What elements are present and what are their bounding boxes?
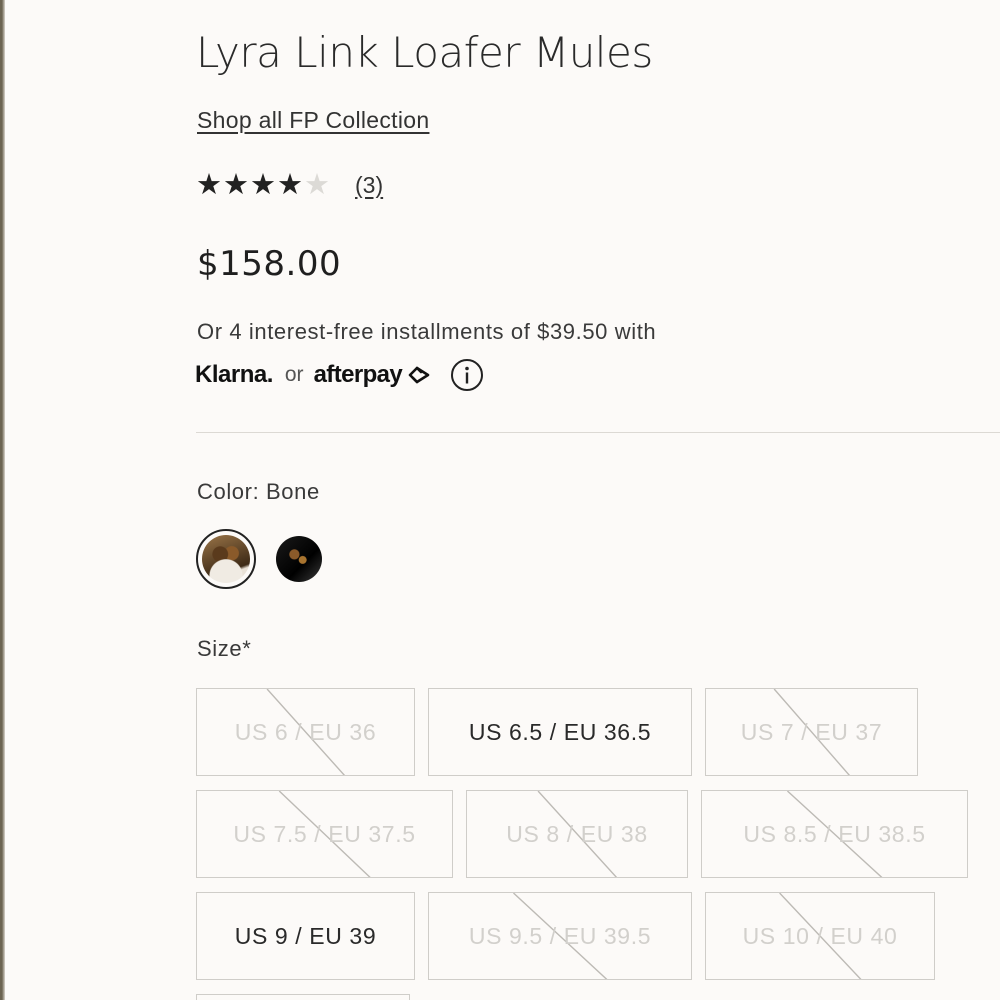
size-option[interactable]: US 7.5 / EU 37.5 [196, 790, 453, 878]
size-option[interactable]: US 10 / EU 40 [705, 892, 935, 980]
size-option-label: US 8.5 / EU 38.5 [743, 820, 926, 847]
size-option-label: US 6.5 / EU 36.5 [468, 718, 652, 745]
afterpay-label: afterpay [313, 361, 403, 388]
rating-stars: ★★★★★ ★★★★★ [196, 167, 331, 203]
color-swatch-bone[interactable] [196, 529, 256, 589]
size-option-label: US 7 / EU 37 [740, 718, 883, 745]
review-count-link[interactable]: (3) [355, 172, 383, 199]
size-option[interactable]: US 7 / EU 37 [705, 688, 918, 776]
size-option-label: US 6 / EU 36 [234, 718, 377, 745]
size-option-label: US 8 / EU 38 [506, 820, 648, 847]
product-rating[interactable]: ★★★★★ ★★★★★ (3) [196, 167, 383, 203]
color-label: Color: Bone [197, 479, 320, 504]
size-option-label: US 10 / EU 40 [742, 922, 898, 949]
product-title: Lyra Link Loafer Mules [196, 28, 653, 77]
size-label: Size* [197, 636, 252, 661]
color-swatch-black[interactable] [276, 536, 322, 582]
size-option-label: US 9 / EU 39 [234, 922, 377, 949]
shop-collection-link[interactable]: Shop all FP Collection [197, 107, 429, 134]
size-option[interactable]: US 8.5 / EU 38.5 [701, 790, 968, 878]
size-option-label: US 9.5 / EU 39.5 [468, 922, 652, 949]
size-option[interactable]: US 6 / EU 36 [196, 688, 415, 776]
size-option-partial[interactable] [196, 994, 410, 1000]
size-option-label: US 7.5 / EU 37.5 [233, 820, 416, 847]
size-option[interactable]: US 6.5 / EU 36.5 [428, 688, 692, 776]
star-icon: ★★★★★ [196, 169, 304, 201]
product-price: $158.00 [197, 244, 342, 284]
installments-text: Or 4 interest-free installments of $39.5… [197, 319, 657, 344]
klarna-logo: Klarna. [195, 361, 273, 388]
left-panel-edge [0, 0, 5, 1000]
afterpay-arrows-icon [408, 366, 430, 384]
payment-or-text: or [284, 363, 304, 386]
payment-options: Klarna. or afterpay [195, 357, 484, 393]
section-divider [196, 432, 1000, 433]
afterpay-logo: afterpay [314, 361, 435, 389]
size-option[interactable]: US 9 / EU 39 [196, 892, 415, 980]
size-option[interactable]: US 9.5 / EU 39.5 [428, 892, 692, 980]
size-option[interactable]: US 8 / EU 38 [466, 790, 688, 878]
info-icon[interactable] [450, 358, 484, 392]
